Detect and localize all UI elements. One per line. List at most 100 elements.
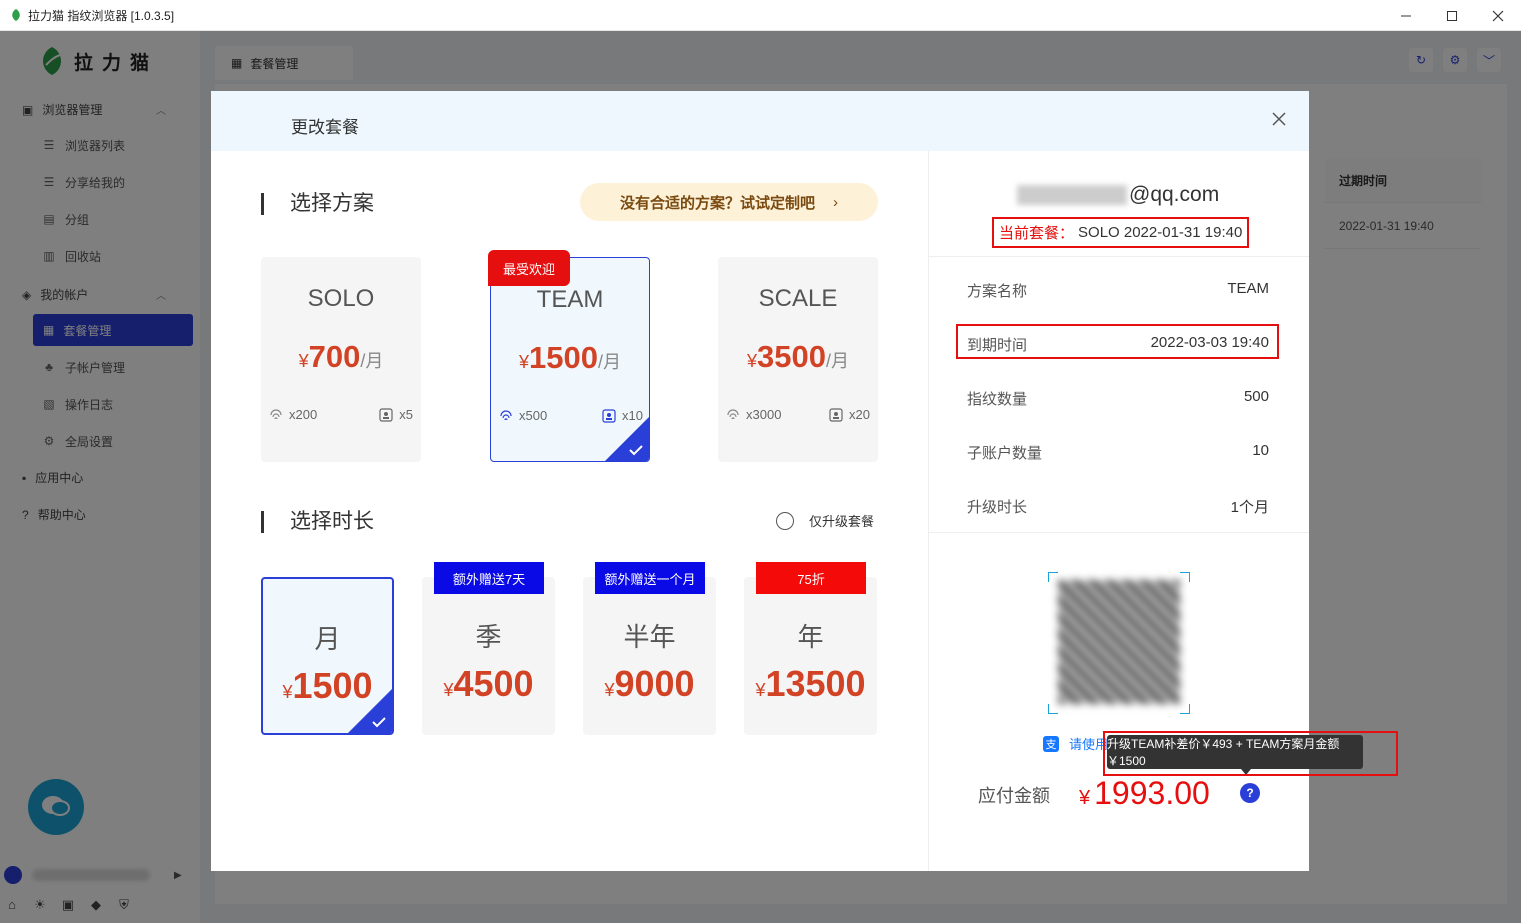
subaccount-value: x5 (399, 407, 413, 422)
amount-due: ¥1993.00 (1079, 775, 1210, 812)
upgrade-only-label: 仅升级套餐 (809, 514, 875, 529)
price-unit: /月 (825, 351, 849, 371)
duration-card-half-year[interactable]: 半年 ¥9000 (583, 577, 716, 735)
alipay-hint: 支 请使用 (1043, 734, 1108, 753)
current-plan-label: 当前套餐： (999, 225, 1075, 242)
fingerprint-count: x200 (269, 407, 317, 422)
duration-price: ¥13500 (744, 663, 877, 705)
plan-card-team[interactable]: TEAM ¥1500/月 x500 x10 (490, 257, 650, 462)
summary-row-expire: 到期时间 2022-03-03 19:40 (967, 334, 1269, 355)
plan-price: ¥1500/月 (491, 340, 649, 376)
current-plan-status: 当前套餐： SOLO 2022-01-31 19:40 (992, 217, 1250, 248)
row-value: 1个月 (1230, 499, 1269, 516)
duration-name: 年 (797, 622, 824, 652)
plan-price: ¥700/月 (261, 339, 421, 375)
amount-label: 应付金额 (978, 786, 1050, 806)
row-value: 10 (1252, 442, 1269, 459)
fingerprint-value: x200 (289, 407, 318, 422)
payment-qr-code (1058, 580, 1180, 704)
account-email: @qq.com (1017, 183, 1219, 207)
row-key: 到期时间 (967, 337, 1028, 354)
plan-name: TEAM (536, 286, 604, 313)
custom-plan-button[interactable]: 没有合适的方案？试试定制吧 › (580, 183, 878, 221)
row-value: TEAM (1227, 280, 1269, 297)
plan-card-solo[interactable]: SOLO ¥700/月 x200 x5 (261, 257, 421, 462)
change-plan-modal: 更改套餐 选择方案 没有合适的方案？试试定制吧 › SOLO ¥700/月 x2… (211, 91, 1398, 871)
divider (929, 532, 1309, 533)
radio-circle[interactable] (776, 511, 794, 530)
fingerprint-icon (500, 409, 512, 420)
fingerprint-icon (727, 408, 739, 419)
currency-symbol: ¥ (519, 352, 530, 372)
amount-value: 1993.00 (1094, 775, 1210, 811)
alipay-icon: 支 (1043, 735, 1059, 752)
user-badge-icon (379, 407, 393, 422)
duration-name: 月 (314, 624, 341, 654)
currency-symbol: ¥ (755, 680, 766, 700)
row-value: 2022-03-03 19:40 (1150, 334, 1269, 351)
price-value: 13500 (765, 663, 866, 704)
currency-symbol: ¥ (747, 351, 758, 371)
duration-section-title: 选择时长 (261, 511, 374, 533)
duration-price: ¥4500 (422, 663, 555, 705)
summary-row-duration: 升级时长 1个月 (967, 496, 1269, 517)
maximize-icon (1447, 10, 1457, 21)
price-value: 3500 (757, 339, 826, 374)
row-key: 子账户数量 (967, 445, 1043, 462)
bonus-badge-7days: 额外赠送7天 (434, 562, 544, 594)
fingerprint-value: x500 (519, 408, 548, 423)
bonus-badge-month: 额外赠送一个月 (595, 562, 705, 594)
summary-row-fingerprints: 指纹数量 500 (967, 388, 1269, 409)
price-unit: /月 (597, 352, 621, 372)
minimize-button[interactable] (1383, 0, 1429, 31)
title-bar: 拉力猫 指纹浏览器 [1.0.3.5] (0, 0, 1521, 31)
current-plan-value: SOLO 2022-01-31 19:40 (1078, 224, 1243, 241)
close-icon (1492, 10, 1504, 21)
close-window-button[interactable] (1475, 0, 1521, 31)
currency-symbol: ¥ (604, 680, 615, 700)
row-key: 升级时长 (967, 499, 1028, 516)
currency-symbol: ¥ (298, 351, 309, 371)
app-logo-icon (12, 9, 20, 21)
duration-card-quarter[interactable]: 季 ¥4500 (422, 577, 555, 735)
check-icon (372, 717, 386, 728)
modal-title: 更改套餐 (291, 118, 359, 137)
plan-name: SOLO (307, 285, 375, 312)
duration-card-year[interactable]: 年 ¥13500 (744, 577, 877, 735)
popular-badge: 最受欢迎 (488, 250, 570, 286)
subaccount-count: x5 (379, 407, 413, 422)
user-badge-icon (829, 407, 843, 422)
close-icon[interactable] (1271, 111, 1287, 127)
email-user-redacted (1017, 185, 1127, 205)
custom-plan-label: 没有合适的方案？试试定制吧 (619, 194, 815, 212)
duration-price: ¥9000 (583, 663, 716, 705)
panel-divider (928, 151, 929, 871)
chevron-right-icon: › (833, 193, 838, 211)
fingerprint-count: x500 (499, 408, 547, 423)
price-value: 9000 (614, 663, 695, 704)
row-key: 指纹数量 (967, 391, 1028, 408)
plan-name: SCALE (758, 285, 838, 312)
plan-card-scale[interactable]: SCALE ¥3500/月 x3000 x20 (718, 257, 878, 462)
plan-section-title: 选择方案 (261, 193, 374, 215)
currency-symbol: ¥ (1079, 787, 1091, 809)
minimize-icon (1401, 15, 1411, 16)
email-domain: @qq.com (1129, 183, 1220, 206)
upgrade-only-radio[interactable]: 仅升级套餐 (776, 511, 874, 530)
row-value: 500 (1243, 388, 1269, 405)
duration-card-month[interactable]: 月 ¥1500 (261, 577, 394, 735)
currency-symbol: ¥ (443, 680, 454, 700)
fingerprint-icon (270, 408, 282, 419)
question-icon[interactable]: ? (1240, 783, 1260, 803)
discount-badge: 75折 (756, 562, 866, 594)
currency-symbol: ¥ (282, 682, 293, 702)
price-value: 700 (308, 339, 361, 374)
summary-row-plan: 方案名称 TEAM (967, 280, 1269, 301)
duration-name: 季 (475, 622, 502, 652)
summary-row-subaccounts: 子账户数量 10 (967, 442, 1269, 463)
row-key: 方案名称 (967, 283, 1028, 300)
duration-name: 半年 (623, 622, 676, 652)
divider (929, 256, 1309, 257)
price-value: 1500 (529, 340, 598, 375)
maximize-button[interactable] (1429, 0, 1475, 31)
